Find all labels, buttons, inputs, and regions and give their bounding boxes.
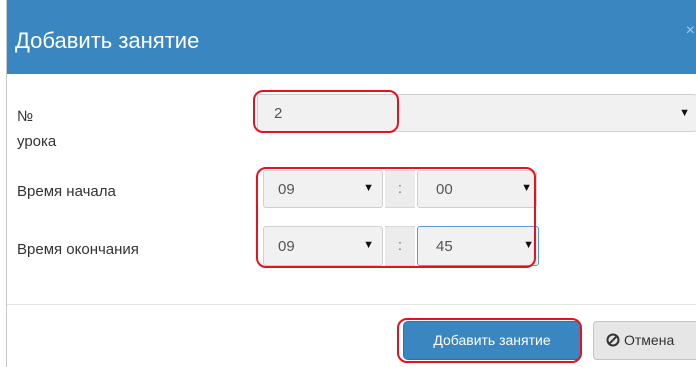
lesson-number-label-line2: урока: [17, 133, 57, 150]
footer-divider: [7, 304, 696, 305]
chevron-down-icon: ▼: [363, 182, 374, 194]
end-minute-value: 45: [436, 238, 453, 255]
start-hour-value: 09: [278, 181, 295, 198]
add-lesson-button[interactable]: Добавить занятие: [403, 321, 581, 360]
cancel-button[interactable]: Отмена: [593, 321, 696, 360]
ban-icon: [606, 333, 620, 347]
dialog-title: Добавить занятие: [15, 28, 200, 53]
end-hour-select[interactable]: 09 ▼: [263, 226, 383, 266]
start-hour-select[interactable]: 09 ▼: [263, 170, 383, 208]
end-hour-value: 09: [278, 238, 295, 255]
start-minute-value: 00: [436, 181, 453, 198]
end-time-separator: :: [385, 226, 415, 266]
dialog-header: Добавить занятие ×: [7, 0, 696, 74]
lesson-number-label-line1: №: [17, 108, 34, 125]
start-minute-select[interactable]: 00 ▼: [417, 170, 537, 208]
chevron-down-icon: ▼: [523, 239, 534, 251]
start-time-label: Время начала: [17, 183, 116, 200]
chevron-down-icon: ▼: [521, 182, 532, 194]
end-time-label: Время окончания: [17, 241, 139, 258]
close-icon[interactable]: ×: [686, 22, 695, 40]
lesson-number-value: 2: [274, 105, 283, 122]
chevron-down-icon: ▼: [679, 107, 690, 119]
start-time-separator: :: [385, 170, 415, 208]
chevron-down-icon: ▼: [363, 239, 374, 251]
end-minute-select[interactable]: 45 ▼: [417, 226, 539, 266]
lesson-number-select[interactable]: 2 ▼: [257, 94, 696, 132]
cancel-label: Отмена: [624, 332, 675, 348]
add-lesson-dialog: Добавить занятие × № урока 2 ▼ Время нач…: [6, 0, 696, 367]
